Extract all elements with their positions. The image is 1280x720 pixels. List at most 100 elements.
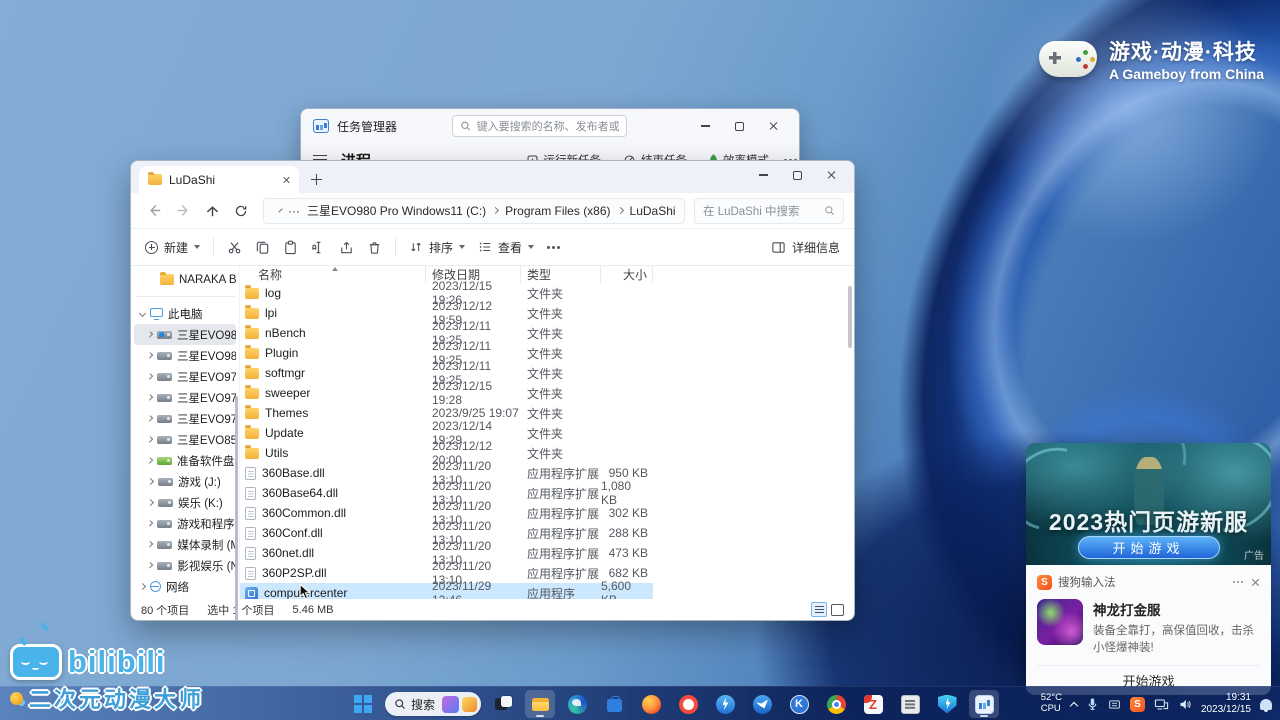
drive-icon — [157, 436, 172, 444]
view-button[interactable]: 查看 — [478, 239, 534, 256]
taskbar-app-cliptool[interactable] — [895, 690, 925, 718]
chevron-collapsed-icon[interactable] — [139, 583, 146, 590]
new-tab-button[interactable] — [307, 170, 327, 190]
sidebar-item-drive[interactable]: 三星EVO970移 — [134, 408, 236, 429]
breadcrumb-ellipsis[interactable]: ··· — [288, 204, 300, 218]
sidebar-item-drive[interactable]: 媒体录制 (M:) — [134, 534, 236, 555]
taskbar-app-taskmgr[interactable] — [969, 690, 999, 718]
breadcrumb-item[interactable]: LuDaShi — [630, 204, 685, 218]
delete-button[interactable] — [367, 240, 382, 255]
sidebar-item-naraka[interactable]: NARAKA BLAD — [134, 269, 236, 290]
breadcrumb-item[interactable]: Program Files (x86) — [505, 204, 622, 218]
more-options-icon[interactable] — [1233, 581, 1236, 584]
taskbar-app-z[interactable]: Z — [858, 690, 888, 718]
explorer-tab[interactable]: LuDaShi — [139, 166, 299, 193]
cut-button[interactable] — [227, 240, 242, 255]
start-button[interactable] — [348, 690, 378, 718]
taskbar-app-kugou[interactable]: K — [784, 690, 814, 718]
explorer-search-input[interactable]: 在 LuDaShi 中搜索 — [694, 198, 844, 224]
game-icon[interactable] — [1037, 599, 1083, 645]
sogou-tray-icon[interactable]: S — [1130, 697, 1145, 712]
file-list-scrollbar[interactable] — [848, 286, 852, 348]
column-header-size[interactable]: 大小 — [601, 266, 653, 283]
close-icon[interactable] — [1251, 578, 1260, 587]
sidebar-item-drive[interactable]: 三星EVO980 P — [134, 345, 236, 366]
chevron-collapsed-icon[interactable] — [147, 562, 154, 569]
chevron-collapsed-icon[interactable] — [147, 436, 153, 442]
chevron-collapsed-icon[interactable] — [147, 331, 153, 337]
sidebar-scrollbar[interactable] — [235, 396, 238, 621]
new-button[interactable]: 新建 — [145, 239, 200, 256]
chevron-collapsed-icon[interactable] — [147, 457, 153, 463]
sidebar-item-drive[interactable]: 游戏 (J:) — [134, 471, 236, 492]
paste-button[interactable] — [283, 240, 298, 255]
copy-button[interactable] — [255, 240, 270, 255]
sidebar-item-drive[interactable]: 三星EVO970 W — [134, 366, 236, 387]
sidebar-item-drive[interactable]: 娱乐 (K:) — [134, 492, 236, 513]
icon-view-toggle[interactable] — [831, 604, 844, 616]
forward-button[interactable] — [170, 198, 196, 224]
chevron-collapsed-icon[interactable] — [147, 499, 154, 506]
ad-play-button[interactable]: 开始游戏 — [1078, 536, 1220, 559]
taskbar-app-opera[interactable] — [673, 690, 703, 718]
sidebar-item-drive[interactable]: 准备软件盘格式 — [134, 450, 236, 471]
taskbar-app-lightning[interactable] — [710, 690, 740, 718]
taskbar-app-store[interactable] — [599, 690, 629, 718]
share-button[interactable] — [339, 240, 354, 255]
chevron-expanded-icon[interactable] — [139, 310, 146, 317]
sidebar-item-drive[interactable]: 影视娱乐 (N:) — [134, 555, 236, 576]
sidebar-item-network[interactable]: 网络 — [134, 576, 236, 597]
up-button[interactable] — [199, 198, 225, 224]
sort-button[interactable]: 排序 — [409, 239, 465, 256]
tab-close-icon[interactable] — [282, 176, 290, 184]
sidebar-item-drive[interactable]: 三星EVO980 P — [134, 324, 236, 345]
taskbar-app-firefox[interactable] — [636, 690, 666, 718]
taskbar-app-explorer[interactable] — [525, 690, 555, 718]
breadcrumb-item[interactable]: 三星EVO980 Pro Windows11 (C:) — [307, 202, 498, 219]
column-header-type[interactable]: 类型 — [521, 266, 601, 283]
network-icon[interactable] — [1154, 698, 1169, 711]
close-button[interactable] — [757, 115, 791, 137]
chevron-collapsed-icon[interactable] — [147, 394, 153, 400]
chevron-collapsed-icon[interactable] — [147, 520, 153, 526]
taskbar-app-chrome[interactable] — [821, 690, 851, 718]
address-bar[interactable]: ··· 三星EVO980 Pro Windows11 (C:) Program … — [263, 198, 685, 224]
rename-button[interactable] — [311, 240, 326, 255]
microphone-icon[interactable] — [1086, 697, 1099, 711]
maximize-button[interactable] — [723, 115, 757, 137]
sidebar-item-drive[interactable]: 游戏和程序 (L: — [134, 513, 236, 534]
sidebar-item-this-pc[interactable]: 此电脑 — [134, 303, 236, 324]
minimize-button[interactable] — [746, 164, 780, 186]
ad-banner[interactable]: 2023热门页游新服 开始游戏 广告 — [1026, 443, 1271, 565]
refresh-button[interactable] — [228, 198, 254, 224]
taskbar-app-thunder[interactable] — [747, 690, 777, 718]
sweeper[interactable]: sweeper 2023/12/15 19:28 文件夹 — [240, 383, 653, 403]
column-header-date[interactable]: 修改日期 — [426, 266, 521, 283]
chevron-collapsed-icon[interactable] — [147, 352, 153, 358]
chevron-collapsed-icon[interactable] — [147, 478, 154, 485]
maximize-button[interactable] — [780, 164, 814, 186]
ime-icon[interactable] — [1108, 698, 1121, 711]
details-pane-button[interactable]: 详细信息 — [771, 239, 840, 256]
cpu-temp-indicator[interactable]: 52°CCPU — [1041, 693, 1062, 715]
taskbar-app-taskview[interactable] — [488, 690, 518, 718]
volume-icon[interactable] — [1178, 698, 1192, 711]
more-options-icon[interactable] — [547, 246, 550, 249]
chevron-collapsed-icon[interactable] — [147, 415, 153, 421]
sidebar-item-drive[interactable]: 三星EVO850 W — [134, 429, 236, 450]
taskbar-search[interactable]: 搜索 — [385, 692, 481, 716]
sidebar-item-drive[interactable]: 三星EVO970移 — [134, 387, 236, 408]
notification-bell-icon[interactable] — [1260, 699, 1272, 710]
list-view-toggle[interactable] — [811, 602, 827, 617]
chevron-collapsed-icon[interactable] — [147, 373, 153, 379]
back-button[interactable] — [141, 198, 167, 224]
taskbar-clock[interactable]: 19:312023/12/15 — [1201, 692, 1251, 717]
close-button[interactable] — [814, 164, 848, 186]
taskbar-app-ludashi[interactable] — [932, 690, 962, 718]
chevron-collapsed-icon[interactable] — [147, 541, 154, 548]
task-manager-search-input[interactable]: 键入要搜索的名称、发布者或... — [452, 115, 627, 137]
hidden-icons-chevron[interactable] — [1070, 701, 1078, 709]
column-header-name[interactable]: 名称 — [240, 266, 426, 283]
minimize-button[interactable] — [689, 115, 723, 137]
taskbar-app-edge[interactable] — [562, 690, 592, 718]
